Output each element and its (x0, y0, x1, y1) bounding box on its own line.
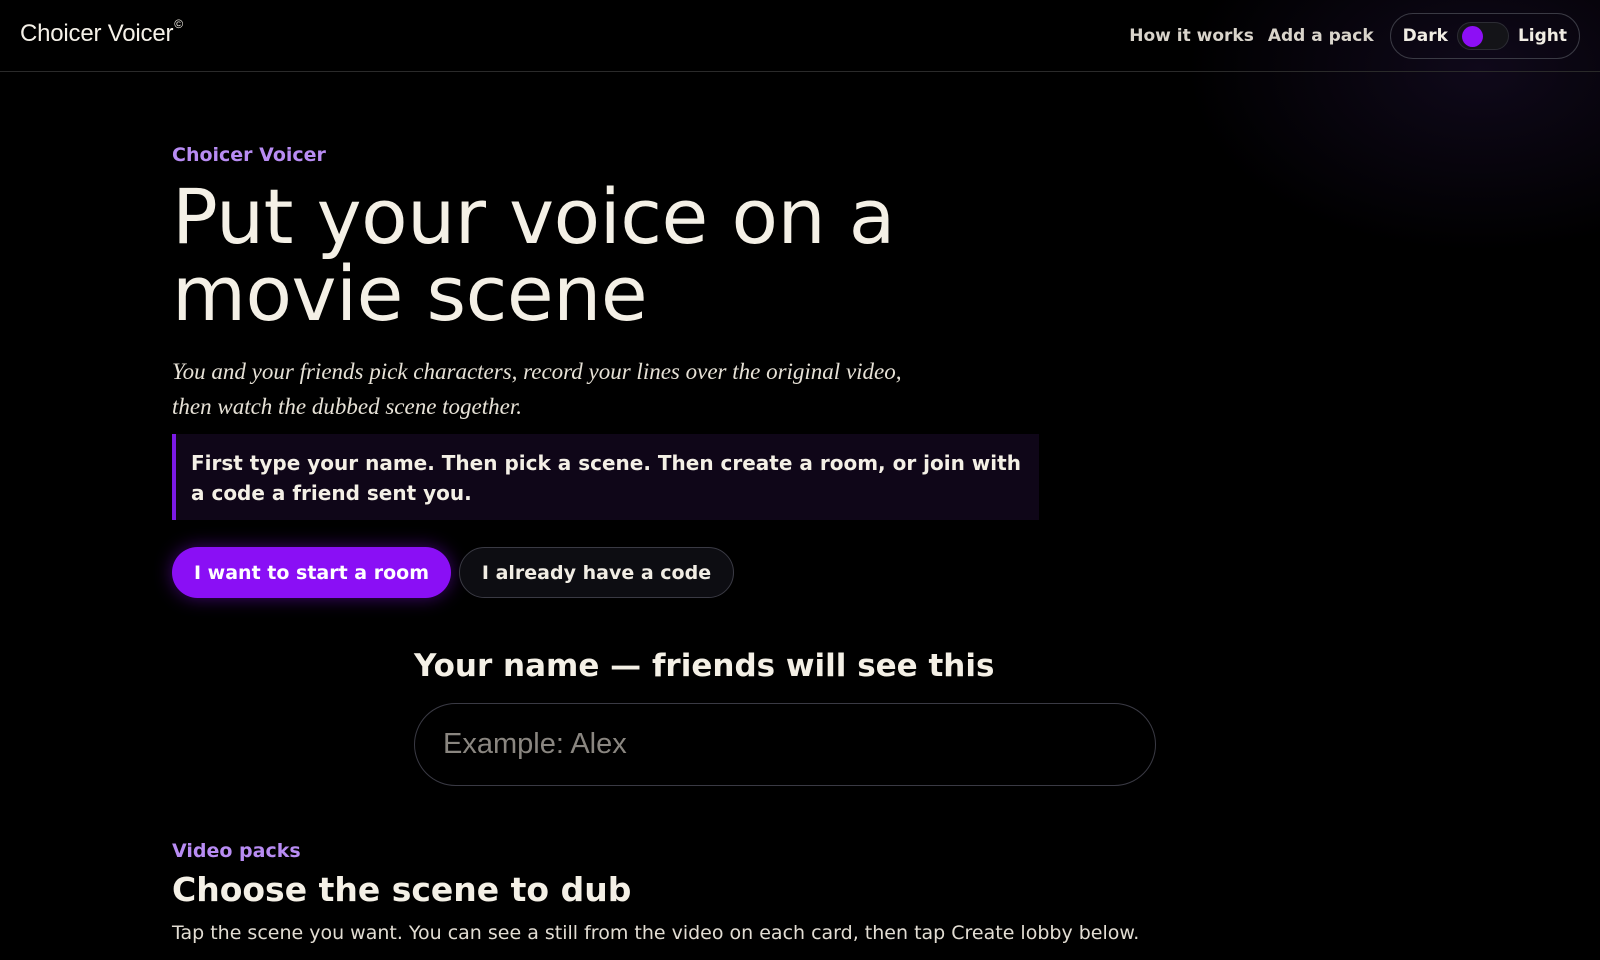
copyright-mark: © (174, 17, 183, 31)
have-code-button[interactable]: I already have a code (459, 547, 734, 598)
theme-label-dark[interactable]: Dark (1403, 26, 1448, 46)
hero-subtitle: You and your friends pick characters, re… (172, 359, 902, 419)
header-nav: How it works Add a pack Dark Light (1129, 13, 1580, 59)
top-navigation-bar: Choicer Voicer© How it works Add a pack … (0, 0, 1600, 72)
instructions-callout: First type your name. Then pick a scene.… (172, 434, 1039, 520)
page-title: Put your voice on a movie scene (172, 172, 895, 338)
start-room-button[interactable]: I want to start a room (172, 547, 451, 598)
brand-logo[interactable]: Choicer Voicer© (20, 17, 183, 48)
name-field-label: Your name — friends will see this (414, 648, 995, 684)
brand-name: Choicer Voicer (20, 20, 174, 47)
packs-section-title: Choose the scene to dub (172, 870, 632, 909)
packs-eyebrow: Video packs (172, 840, 301, 862)
hero-eyebrow: Choicer Voicer (172, 144, 326, 166)
nav-link-add-pack[interactable]: Add a pack (1268, 26, 1374, 46)
theme-label-light[interactable]: Light (1518, 26, 1567, 46)
name-input[interactable] (414, 703, 1156, 786)
nav-link-how-it-works[interactable]: How it works (1129, 26, 1254, 46)
toggle-knob (1461, 26, 1483, 47)
theme-switch[interactable]: Dark Light (1389, 13, 1580, 59)
theme-toggle[interactable] (1456, 22, 1509, 50)
packs-section-description: Tap the scene you want. You can see a st… (172, 922, 1140, 944)
